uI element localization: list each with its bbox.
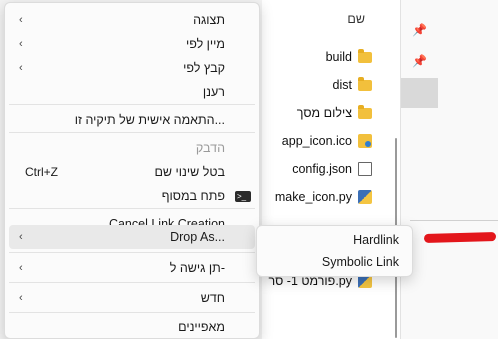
menu-item-label: בטל שינוי שם: [154, 165, 225, 179]
menu-item-undo-rename[interactable]: Ctrl+Z בטל שינוי שם: [9, 160, 255, 184]
menu-item-view[interactable]: ‹ תצוגה: [9, 8, 255, 32]
chevron-left-icon: ‹: [19, 262, 23, 274]
menu-item-label: רענן: [202, 85, 225, 99]
menu-item-label: תן גישה ל-: [169, 261, 225, 275]
menu-separator: [9, 282, 255, 283]
drop-as-submenu: Hardlink Symbolic Link: [256, 225, 413, 277]
menu-item-drop-as[interactable]: ‹ Drop As...: [9, 225, 255, 249]
folder-icon: [358, 76, 372, 91]
menu-item-paste: הדבק: [9, 136, 255, 160]
selected-panel-item[interactable]: [401, 78, 438, 108]
menu-separator: [9, 132, 255, 133]
file-name: dist: [332, 78, 352, 92]
chevron-left-icon: ‹: [19, 231, 23, 243]
terminal-icon: >_: [235, 190, 251, 202]
menu-separator: [9, 312, 255, 313]
file-row[interactable]: build: [262, 44, 372, 70]
file-row[interactable]: make_icon.py: [262, 184, 372, 210]
menu-item-refresh[interactable]: רענן: [9, 80, 255, 104]
folder-icon: [358, 104, 372, 119]
menu-item-customize-folder[interactable]: התאמה אישית של תיקיה זו...: [9, 108, 255, 132]
python-file-icon: [358, 190, 372, 204]
chevron-left-icon: ‹: [19, 38, 23, 50]
menu-item-label: תצוגה: [193, 13, 225, 27]
folder-icon: [358, 48, 372, 63]
pin-icon[interactable]: 📌: [401, 46, 438, 76]
menu-separator: [9, 208, 255, 209]
chevron-left-icon: ‹: [19, 292, 23, 304]
menu-item-new[interactable]: ‹ חדש: [9, 286, 255, 310]
file-name: צילום מסך: [296, 106, 352, 120]
red-annotation-mark: [423, 232, 497, 243]
menu-item-label: פתח במסוף: [161, 189, 225, 203]
chevron-left-icon: ‹: [19, 14, 23, 26]
menu-separator: [9, 252, 255, 253]
file-name: config.json: [292, 162, 352, 176]
menu-item-open-in-terminal[interactable]: פתח במסוף >_: [9, 184, 255, 208]
menu-item-label: Drop As...: [170, 230, 225, 244]
file-row[interactable]: dist: [262, 72, 372, 98]
column-header-name[interactable]: שם: [262, 12, 365, 26]
file-name: build: [325, 50, 352, 64]
submenu-item-symbolic-link[interactable]: Symbolic Link: [261, 251, 409, 273]
menu-item-properties[interactable]: מאפיינים: [9, 315, 255, 339]
file-row[interactable]: צילום מסך: [262, 100, 372, 126]
panel-divider: [410, 220, 498, 229]
menu-item-give-access[interactable]: ‹ תן גישה ל-: [9, 256, 255, 280]
menu-item-label: מיין לפי: [185, 37, 225, 51]
chevron-left-icon: ‹: [19, 62, 23, 74]
menu-item-label: קבץ לפי: [183, 61, 225, 75]
menu-item-group-by[interactable]: ‹ קבץ לפי: [9, 56, 255, 80]
menu-item-label: חדש: [200, 291, 225, 305]
menu-item-label: מאפיינים: [178, 320, 225, 334]
context-menu: ‹ תצוגה ‹ מיין לפי ‹ קבץ לפי רענן התאמה …: [4, 2, 260, 339]
submenu-item-hardlink[interactable]: Hardlink: [261, 229, 409, 251]
menu-item-shortcut: Ctrl+Z: [25, 165, 58, 179]
file-row[interactable]: config.json: [262, 156, 372, 182]
file-row[interactable]: app_icon.ico: [262, 128, 372, 154]
ico-file-icon: [358, 134, 372, 148]
menu-separator: [9, 104, 255, 105]
file-name: app_icon.ico: [281, 134, 352, 148]
file-name: make_icon.py: [274, 190, 352, 204]
document-icon: [358, 162, 372, 176]
menu-item-label: הדבק: [195, 141, 225, 155]
pin-icon[interactable]: 📌: [401, 15, 438, 45]
menu-item-label: התאמה אישית של תיקיה זו...: [74, 113, 225, 127]
menu-item-sort-by[interactable]: ‹ מיין לפי: [9, 32, 255, 56]
